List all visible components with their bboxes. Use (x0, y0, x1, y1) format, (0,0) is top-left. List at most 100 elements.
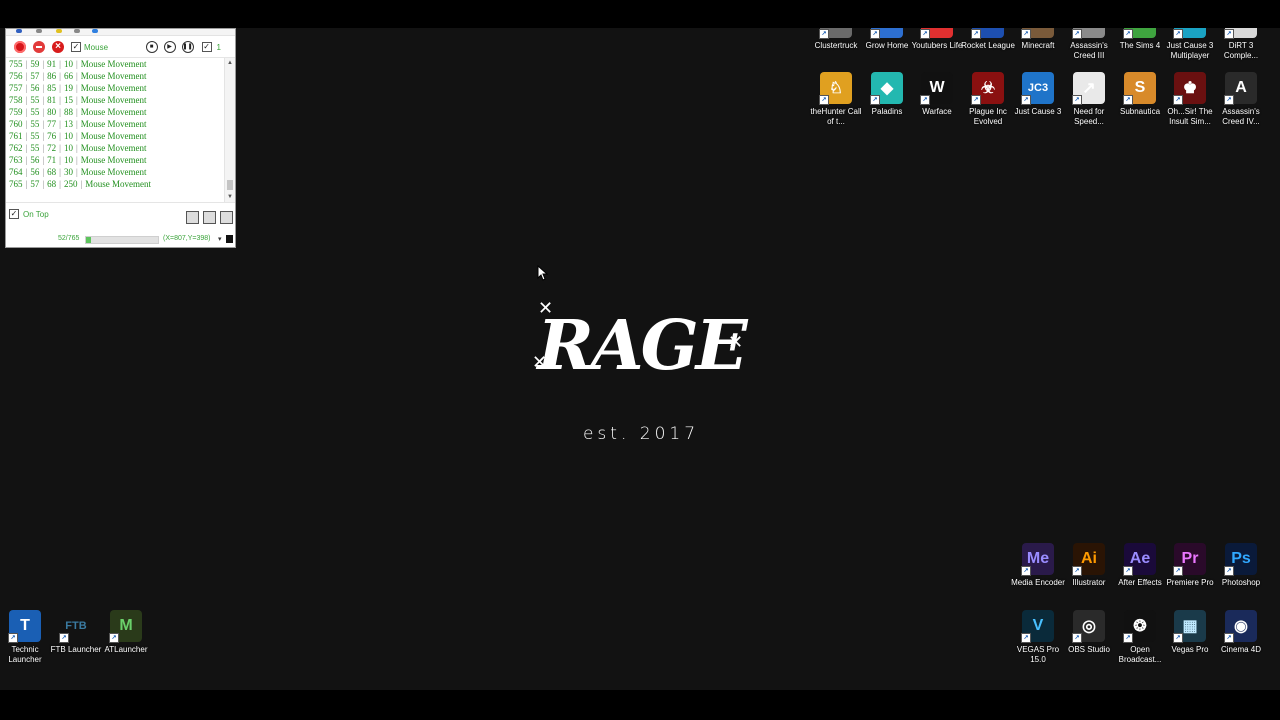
pin-icon[interactable] (226, 235, 233, 243)
desktop-shortcut[interactable]: Me ↗ Media Encoder (1011, 543, 1065, 588)
event-row[interactable]: 763 | 56 | 71 | 10 | Mouse Movement (6, 154, 235, 166)
event-action: Mouse Movement (80, 119, 147, 129)
desktop-shortcut[interactable]: Ps ↗ Photoshop (1216, 543, 1266, 588)
assassins-creed-iv-icon: A ↗ (1224, 72, 1257, 105)
column-separator: | (59, 179, 61, 189)
column-separator: | (42, 83, 45, 93)
mouse-checkbox[interactable]: ✓ (71, 42, 81, 52)
minecraft-icon: ↗ (1021, 28, 1054, 39)
icon-glyph: ♚ (1182, 80, 1198, 97)
desktop-shortcut[interactable]: Pr ↗ Premiere Pro (1165, 543, 1215, 588)
event-row[interactable]: 758 | 55 | 81 | 15 | Mouse Movement (6, 94, 235, 106)
subnautica-icon: S ↗ (1123, 72, 1156, 105)
desktop-shortcut[interactable]: JC3 ↗ Just Cause 3 (1013, 72, 1063, 117)
icon-glyph: ↗ (1082, 80, 1096, 97)
desktop-shortcut[interactable]: ♘ ↗ theHunter Call of t... (810, 72, 862, 127)
stop-record-button[interactable] (33, 41, 45, 53)
event-row[interactable]: 760 | 55 | 77 | 13 | Mouse Movement (6, 118, 235, 130)
scroll-up-icon[interactable]: ▲ (227, 60, 233, 66)
desktop-shortcut[interactable]: ↗ Clustertruck (811, 28, 861, 51)
column-separator: | (59, 59, 61, 69)
scroll-down-icon[interactable]: ▼ (227, 194, 233, 200)
desktop-shortcut[interactable]: V ↗ VEGAS Pro 15.0 (1013, 610, 1063, 665)
column-separator: | (59, 143, 61, 153)
desktop-shortcut[interactable]: A ↗ Assassin's Creed IV... (1216, 72, 1266, 127)
desktop-shortcut[interactable]: ▦ ↗ Vegas Pro (1165, 610, 1215, 655)
desktop-shortcut[interactable]: T ↗ Technic Launcher (0, 610, 50, 665)
column-separator: | (42, 179, 45, 189)
shortcut-arrow-icon: ↗ (1123, 566, 1133, 576)
desktop-shortcut[interactable]: ◆ ↗ Paladins (862, 72, 912, 117)
ftb-launcher-icon: FTB ↗ (59, 610, 92, 643)
shortcut-arrow-icon: ↗ (1173, 566, 1183, 576)
save-icon[interactable] (203, 211, 216, 224)
desktop-shortcut[interactable]: ↗ Minecraft (1013, 28, 1063, 51)
desktop-shortcut[interactable]: ↗ Assassin's Creed III (1064, 28, 1114, 61)
desktop-shortcut[interactable]: ◎ ↗ OBS Studio (1064, 610, 1114, 655)
play-button[interactable]: ▶ (163, 41, 176, 53)
desktop-shortcut[interactable]: ↗ The Sims 4 (1115, 28, 1165, 51)
mouse-checkbox-label: Mouse (84, 42, 109, 52)
list-scrollbar[interactable]: ▲ ▼ (224, 58, 235, 202)
desktop-shortcut[interactable]: ↗ Youtubers Life (912, 28, 962, 51)
event-y: 81 (47, 95, 57, 105)
column-separator: | (75, 131, 78, 141)
desktop-shortcut[interactable]: ◉ ↗ Cinema 4D (1216, 610, 1266, 655)
desktop-shortcut[interactable]: ↗ DiRT 3 Comple... (1216, 28, 1266, 61)
event-row[interactable]: 755 | 59 | 91 | 10 | Mouse Movement (6, 58, 235, 70)
clustertruck-icon: ↗ (819, 28, 852, 39)
desktop-shortcut[interactable]: Ai ↗ Illustrator (1064, 543, 1114, 588)
event-x: 56 (30, 155, 40, 165)
just-cause-3-mp-icon: ↗ (1173, 28, 1206, 39)
event-row[interactable]: 759 | 55 | 80 | 88 | Mouse Movement (6, 106, 235, 118)
event-row[interactable]: 757 | 56 | 85 | 19 | Mouse Movement (6, 82, 235, 94)
event-y: 77 (47, 119, 57, 129)
desktop-shortcut[interactable]: M ↗ ATLauncher (101, 610, 151, 655)
column-separator: | (59, 167, 61, 177)
event-y: 80 (47, 107, 57, 117)
desktop-shortcut[interactable]: FTB ↗ FTB Launcher (51, 610, 101, 655)
clear-button[interactable]: × (52, 41, 64, 53)
record-button[interactable] (14, 41, 26, 53)
event-row[interactable]: 765 | 57 | 68 | 250 | Mouse Movement (6, 178, 235, 190)
icon-glyph: Ps (1231, 550, 1251, 567)
plague-inc-icon: ☣ ↗ (971, 72, 1004, 105)
on-top-option[interactable]: ✓ On Top (9, 209, 49, 219)
event-delay: 30 (63, 167, 73, 177)
recorder-toolbar: × ✓ Mouse ■ ▶ ❚❚ ✓ 1 (6, 36, 235, 58)
icon-glyph: Pr (1181, 550, 1199, 567)
pause-button[interactable]: ❚❚ (181, 41, 194, 53)
desktop-shortcut[interactable]: ↗ Rocket League (961, 28, 1015, 51)
edit-macro-icon[interactable] (186, 211, 199, 224)
scrollbar-thumb[interactable] (227, 180, 233, 190)
event-action: Mouse Movement (80, 155, 147, 165)
desktop-shortcut[interactable]: ♚ ↗ Oh...Sir! The Insult Sim... (1165, 72, 1215, 127)
logo-word: RAGE (537, 306, 747, 386)
desktop-shortcut[interactable]: ↗ Grow Home (862, 28, 912, 51)
shortcut-arrow-icon: ↗ (1123, 29, 1133, 39)
icon-glyph: ▦ (1182, 618, 1198, 635)
repeat-checkbox[interactable]: ✓ (201, 42, 212, 52)
stop-playback-button[interactable]: ■ (145, 41, 158, 53)
event-action: Mouse Movement (80, 59, 147, 69)
desktop-shortcut[interactable]: ↗ ↗ Need for Speed... (1064, 72, 1114, 127)
desktop-shortcut[interactable]: ☣ ↗ Plague Inc Evolved (963, 72, 1013, 127)
macro-recorder-window[interactable]: × ✓ Mouse ■ ▶ ❚❚ ✓ 1 755 | 59 | 91 | 10 | Mouse … (5, 28, 236, 248)
event-row[interactable]: 764 | 56 | 68 | 30 | Mouse Movement (6, 166, 235, 178)
column-separator: | (42, 59, 45, 69)
column-separator: | (59, 107, 61, 117)
on-top-checkbox[interactable]: ✓ (9, 209, 19, 219)
settings-icon[interactable] (220, 211, 233, 224)
desktop-shortcut[interactable]: ↗ Just Cause 3 Multiplayer (1165, 28, 1215, 61)
event-row[interactable]: 762 | 55 | 72 | 10 | Mouse Movement (6, 142, 235, 154)
column-separator: | (42, 107, 45, 117)
desktop-shortcut[interactable]: ❂ ↗ Open Broadcast... (1115, 610, 1165, 665)
desktop-shortcut[interactable]: W ↗ Warface (912, 72, 962, 117)
event-row[interactable]: 756 | 57 | 86 | 66 | Mouse Movement (6, 70, 235, 82)
recorded-events-list[interactable]: 755 | 59 | 91 | 10 | Mouse Movement 756 | 57 | 86 | 66 |… (6, 57, 235, 203)
desktop-shortcut[interactable]: S ↗ Subnautica (1115, 72, 1165, 117)
after-effects-icon: Ae ↗ (1123, 543, 1156, 576)
event-row[interactable]: 761 | 55 | 76 | 10 | Mouse Movement (6, 130, 235, 142)
chevron-down-icon[interactable]: ▾ (218, 235, 222, 243)
desktop-shortcut[interactable]: Ae ↗ After Effects (1115, 543, 1165, 588)
